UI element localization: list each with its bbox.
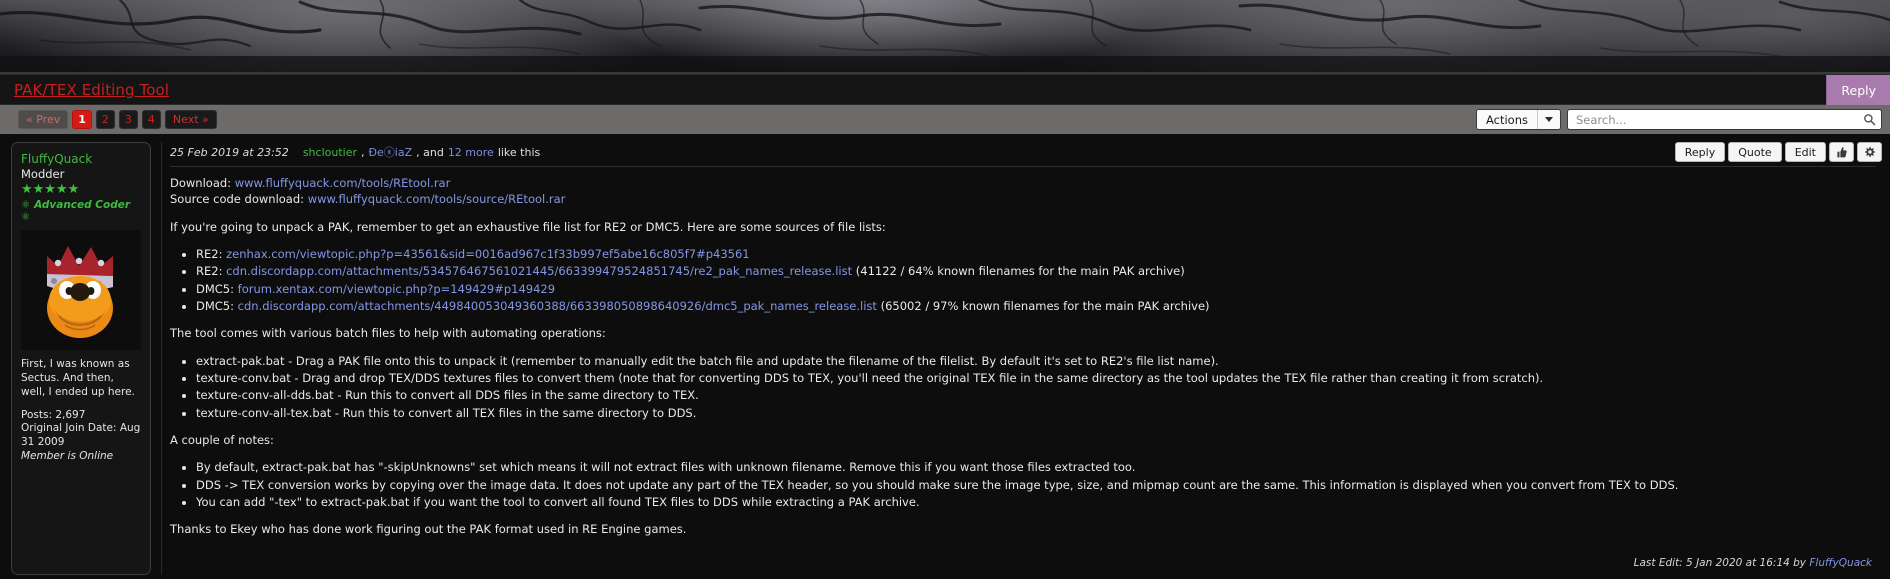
page-frame: PAK/TEX Editing Tool Reply « Prev 1 2 3 …: [0, 72, 1890, 579]
posts-container: FluffyQuack Modder ★★★★★ ⚛ Advanced Code…: [0, 134, 1890, 579]
post-reply-button[interactable]: Reply: [1674, 142, 1726, 162]
batch-intro: The tool comes with various batch files …: [170, 326, 606, 341]
liker-1[interactable]: shcloutier: [303, 146, 357, 159]
site-banner: [0, 0, 1890, 72]
post-timestamp: 25 Feb 2019 at 23:52: [170, 146, 289, 159]
download-link[interactable]: www.fluffyquack.com/tools/REtool.rar: [235, 176, 451, 190]
like-tail: like this: [497, 146, 541, 159]
filelist-intro: If you're going to unpack a PAK, remembe…: [170, 219, 886, 234]
list-item: RE2: cdn.discordapp.com/attachments/5345…: [196, 263, 1876, 279]
list-item: DMC5: cdn.discordapp.com/attachments/449…: [196, 298, 1876, 314]
search-icon[interactable]: [1863, 113, 1876, 126]
list-item: DMC5: forum.xentax.com/viewtopic.php?p=1…: [196, 281, 1876, 297]
actions-dropdown[interactable]: Actions: [1475, 109, 1561, 130]
post-divider: [170, 166, 1876, 167]
notes-list: By default, extract-pak.bat has "-skipUn…: [170, 459, 1876, 510]
avatar[interactable]: [21, 230, 141, 350]
gear-icon[interactable]: [1857, 142, 1882, 162]
chevron-down-icon[interactable]: [1538, 110, 1560, 129]
page-1-button[interactable]: 1: [72, 110, 92, 129]
filelist-prefix: DMC5:: [196, 281, 238, 296]
author-join-date: Original Join Date: Aug 31 2009: [21, 422, 141, 449]
list-item: texture-conv-all-tex.bat - Run this to c…: [196, 405, 1876, 421]
filelist-suffix: (65002 / 97% known filenames for the mai…: [876, 298, 1210, 313]
post-body-column: 25 Feb 2019 at 23:52 shcloutier, ÐeⓧiaZ,…: [161, 142, 1890, 575]
list-item: By default, extract-pak.bat has "-skipUn…: [196, 459, 1876, 475]
author-rank: Modder: [21, 167, 65, 181]
like-separator: ,: [360, 146, 365, 159]
list-item: texture-conv.bat - Drag and drop TEX/DDS…: [196, 370, 1876, 386]
download-lines: Download: www.fluffyquack.com/tools/REto…: [170, 175, 1876, 208]
pagination: « Prev 1 2 3 4 Next »: [18, 110, 217, 129]
list-item: You can add "-tex" to extract-pak.bat if…: [196, 494, 1876, 510]
like-more-link[interactable]: 12 more: [448, 146, 494, 159]
thanks-line: Thanks to Ekey who has done work figurin…: [170, 522, 687, 537]
post-edit-button[interactable]: Edit: [1784, 142, 1826, 162]
last-edit-text: Last Edit: 5 Jan 2020 at 16:14 by: [1633, 556, 1810, 569]
thread-title-link[interactable]: PAK/TEX Editing Tool: [14, 81, 169, 99]
page-3-button[interactable]: 3: [118, 110, 138, 129]
filelist-prefix: RE2:: [196, 264, 227, 279]
source-link[interactable]: www.fluffyquack.com/tools/source/REtool.…: [308, 192, 566, 206]
list-item: DDS -> TEX conversion works by copying o…: [196, 477, 1876, 493]
download-label: Download:: [170, 176, 235, 190]
nav-right-controls: Actions: [1475, 105, 1882, 134]
page-next-button[interactable]: Next »: [164, 110, 217, 129]
search-input[interactable]: [1568, 110, 1881, 129]
pagination-bar: « Prev 1 2 3 4 Next » Actions: [0, 105, 1890, 134]
post: FluffyQuack Modder ★★★★★ ⚛ Advanced Code…: [0, 134, 1890, 575]
banner-branches-art: [0, 0, 1890, 72]
list-item: RE2: zenhax.com/viewtopic.php?p=43561&si…: [196, 246, 1876, 262]
filelist-prefix: RE2:: [196, 246, 227, 261]
filelist-link[interactable]: zenhax.com/viewtopic.php?p=43561&sid=001…: [226, 247, 750, 261]
search-box[interactable]: [1567, 109, 1882, 130]
like-and: , and: [416, 146, 444, 159]
reply-button-top[interactable]: Reply: [1826, 75, 1890, 106]
batch-list: extract-pak.bat - Drag a PAK file onto t…: [170, 353, 1876, 421]
author-signature: First, I was known as Sectus. And then, …: [21, 358, 135, 398]
filelist-link[interactable]: cdn.discordapp.com/attachments/534576467…: [226, 264, 852, 278]
author-online-status: Member is Online: [21, 450, 114, 463]
thread-title-bar: PAK/TEX Editing Tool Reply: [0, 74, 1890, 106]
page-prev-button[interactable]: « Prev: [18, 110, 69, 129]
page-4-button[interactable]: 4: [141, 110, 161, 129]
last-edit-author-link[interactable]: FluffyQuack: [1809, 557, 1872, 569]
author-post-count: Posts: 2,697: [21, 408, 86, 421]
author-username[interactable]: FluffyQuack: [21, 152, 141, 166]
list-item: extract-pak.bat - Drag a PAK file onto t…: [196, 353, 1876, 369]
post-meta: 25 Feb 2019 at 23:52 shcloutier, ÐeⓧiaZ,…: [170, 142, 1876, 166]
post-last-edit: Last Edit: 5 Jan 2020 at 16:14 by Fluffy…: [170, 549, 1876, 575]
filelist-list: RE2: zenhax.com/viewtopic.php?p=43561&si…: [170, 246, 1876, 314]
notes-intro: A couple of notes:: [170, 432, 274, 447]
post-content: Download: www.fluffyquack.com/tools/REto…: [170, 175, 1876, 538]
post-author-panel: FluffyQuack Modder ★★★★★ ⚛ Advanced Code…: [11, 142, 151, 575]
list-item: texture-conv-all-dds.bat - Run this to c…: [196, 387, 1876, 403]
source-label: Source code download:: [170, 192, 308, 207]
liker-2[interactable]: ÐeⓧiaZ: [368, 144, 412, 160]
filelist-link[interactable]: cdn.discordapp.com/attachments/449840053…: [238, 299, 877, 313]
page-2-button[interactable]: 2: [95, 110, 115, 129]
author-custom-title: ⚛ Advanced Coder ⚛: [21, 199, 131, 223]
filelist-suffix: (41122 / 64% known filenames for the mai…: [852, 264, 1185, 279]
filelist-link[interactable]: forum.xentax.com/viewtopic.php?p=149429#…: [238, 282, 555, 296]
actions-dropdown-label: Actions: [1476, 110, 1538, 129]
filelist-prefix: DMC5:: [196, 298, 238, 313]
author-star-rating: ★★★★★: [21, 182, 80, 197]
thumbs-up-icon[interactable]: [1829, 142, 1854, 162]
author-stats: Posts: 2,697 Original Join Date: Aug 31 …: [21, 409, 141, 464]
post-action-buttons: Reply Quote Edit: [1674, 142, 1882, 162]
post-quote-button[interactable]: Quote: [1728, 142, 1782, 162]
